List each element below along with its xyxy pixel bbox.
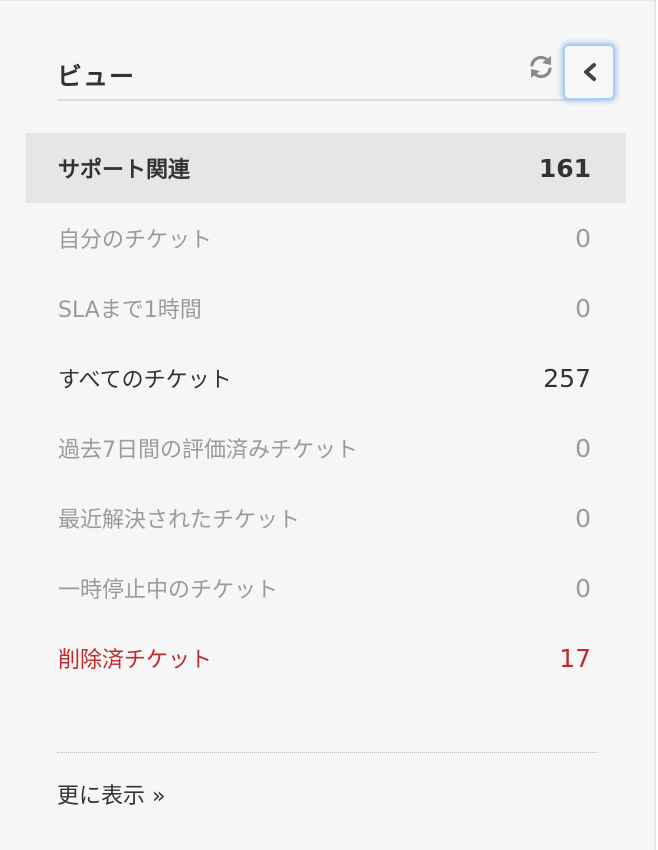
footer-divider [57,752,597,753]
view-label: すべてのチケット [58,368,232,393]
view-count: 257 [543,364,591,393]
view-label: SLAまで1時間 [58,298,202,323]
view-label: 自分のチケット [58,228,213,253]
view-item-suspended[interactable]: 一時停止中のチケット 0 [26,553,626,623]
views-title: ビュー [57,62,136,91]
show-more-link[interactable]: 更に表示 » [57,778,165,810]
view-count: 0 [575,434,591,463]
view-item-recently-solved[interactable]: 最近解決されたチケット 0 [26,483,626,553]
view-item-all-tickets[interactable]: すべてのチケット 257 [26,343,626,413]
view-item-deleted[interactable]: 削除済チケット 17 [26,623,626,693]
view-item-sla-1-hour[interactable]: SLAまで1時間 0 [26,273,626,343]
chevron-left-icon [584,63,596,81]
view-count: 161 [538,154,591,183]
view-item-rated-last-7-days[interactable]: 過去7日間の評価済みチケット 0 [26,413,626,483]
views-panel: ビュー サポート関連 161 自分のチケット 0 SLAまで1時間 0 すべての… [0,0,656,850]
view-label: 一時停止中のチケット [58,578,279,603]
view-item-support[interactable]: サポート関連 161 [26,133,626,203]
views-list: サポート関連 161 自分のチケット 0 SLAまで1時間 0 すべてのチケット… [26,133,626,693]
view-label: 削除済チケット [58,648,213,673]
view-count: 17 [559,644,591,673]
view-count: 0 [575,294,591,323]
view-label: 過去7日間の評価済みチケット [58,438,358,463]
collapse-panel-button[interactable] [563,44,615,100]
refresh-icon [530,55,552,79]
view-count: 0 [575,574,591,603]
refresh-button[interactable] [527,53,555,81]
view-count: 0 [575,224,591,253]
views-header: ビュー [57,41,615,101]
view-item-my-tickets[interactable]: 自分のチケット 0 [26,203,626,273]
view-label: サポート関連 [58,158,191,183]
view-count: 0 [575,504,591,533]
view-label: 最近解決されたチケット [58,508,301,533]
